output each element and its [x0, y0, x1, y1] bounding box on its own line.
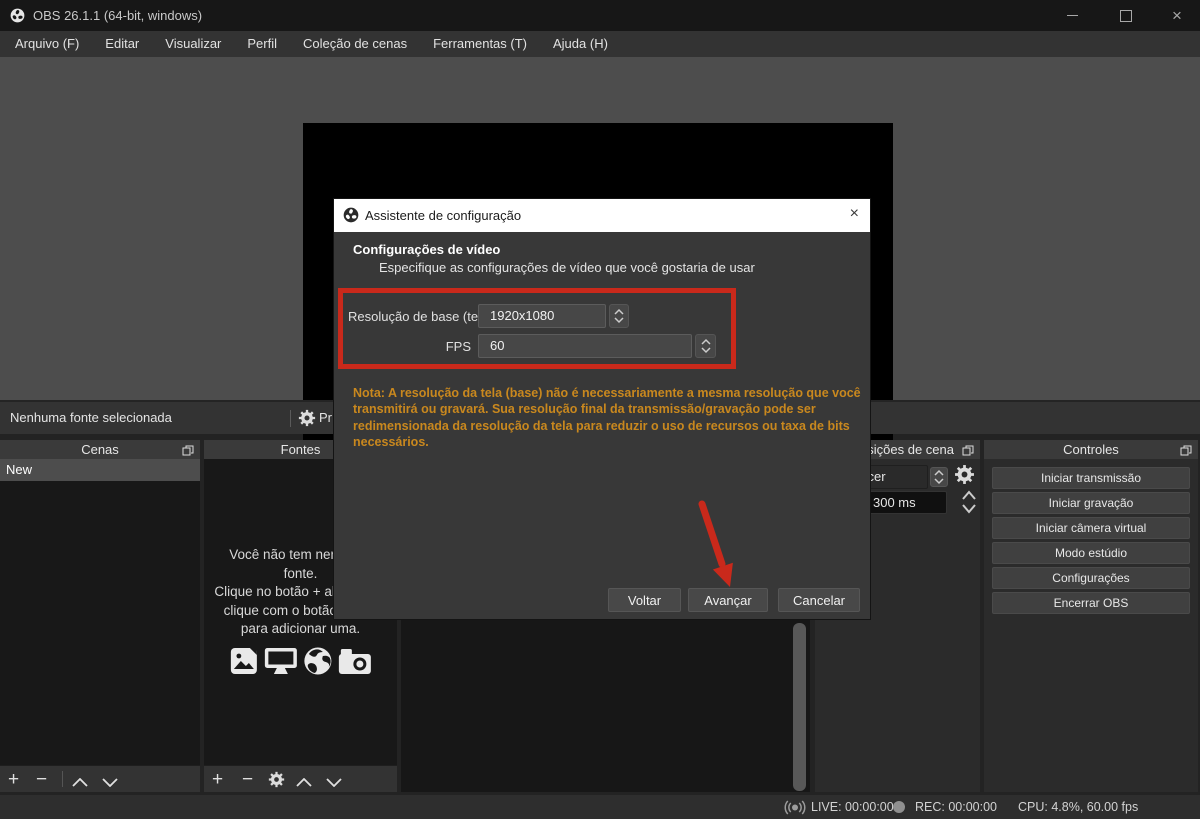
remove-scene-icon[interactable]: −: [36, 769, 47, 791]
scenes-panel-title: Cenas: [81, 442, 119, 457]
menu-perfil[interactable]: Perfil: [234, 31, 290, 57]
minimize-button[interactable]: [1049, 0, 1095, 31]
dialog-title: Assistente de configuração: [365, 208, 522, 223]
maximize-button[interactable]: [1103, 0, 1149, 31]
menu-ferramentas[interactable]: Ferramentas (T): [420, 31, 540, 57]
live-time: LIVE: 00:00:00: [811, 800, 894, 814]
move-scene-down-icon[interactable]: [102, 774, 118, 792]
menu-colecao-de-cenas[interactable]: Coleção de cenas: [290, 31, 420, 57]
note-line: redimensionada da resolução da tela para…: [353, 418, 850, 433]
menu-ajuda[interactable]: Ajuda (H): [540, 31, 621, 57]
mixer-scrollbar[interactable]: [793, 623, 806, 791]
toolbar-separator: [62, 771, 63, 787]
display-source-icon: [264, 646, 298, 682]
transition-spinner[interactable]: [930, 467, 948, 487]
menu-bar: Arquivo (F) Editar Visualizar Perfil Col…: [0, 31, 1200, 57]
move-source-down-icon[interactable]: [326, 774, 342, 792]
menu-arquivo[interactable]: Arquivo (F): [2, 31, 92, 57]
close-button[interactable]: ×: [1154, 0, 1200, 31]
source-status-text: Nenhuma fonte selecionada: [10, 410, 172, 425]
annotation-arrow: [698, 500, 733, 587]
move-source-up-icon[interactable]: [296, 774, 312, 792]
window-titlebar: OBS 26.1.1 (64-bit, windows) ×: [0, 0, 1200, 31]
sources-toolbar: + −: [204, 765, 397, 792]
status-bar: LIVE: 00:00:00 REC: 00:00:00 CPU: 4.8%, …: [0, 795, 1200, 819]
cpu-stats: CPU: 4.8%, 60.00 fps: [1018, 800, 1139, 814]
image-source-icon: [229, 646, 259, 682]
remove-source-icon[interactable]: −: [242, 769, 253, 791]
scene-list-item[interactable]: New: [0, 459, 200, 481]
empty-state-line: para adicionar uma.: [240, 621, 361, 636]
annotation-highlight-rectangle: [338, 288, 736, 369]
scenes-panel: Cenas New + −: [0, 440, 200, 792]
dialog-titlebar: Assistente de configuração ×: [334, 199, 870, 232]
obs-logo-icon: [343, 207, 359, 226]
exit-obs-button[interactable]: Encerrar OBS: [992, 592, 1190, 614]
dialog-close-icon[interactable]: ×: [850, 205, 859, 223]
start-recording-button[interactable]: Iniciar gravação: [992, 492, 1190, 514]
properties-label-fragment[interactable]: Pr: [319, 410, 332, 425]
rec-dot-icon: [893, 801, 905, 813]
studio-mode-button[interactable]: Modo estúdio: [992, 542, 1190, 564]
sources-panel-title: Fontes: [280, 442, 321, 457]
properties-gear-icon[interactable]: [298, 409, 316, 430]
scenes-toolbar: + −: [0, 765, 200, 792]
duration-spinner[interactable]: [961, 490, 977, 520]
transition-gear-icon[interactable]: [954, 464, 975, 490]
dialog-subheading: Especifique as configurações de vídeo qu…: [379, 260, 755, 275]
controls-panel: Controles Iniciar transmissão Iniciar gr…: [984, 440, 1198, 792]
broadcast-icon: [784, 800, 806, 818]
controls-panel-header: Controles: [984, 440, 1198, 459]
obs-logo-icon: [10, 8, 25, 26]
browser-source-icon: [303, 646, 333, 682]
menu-editar[interactable]: Editar: [92, 31, 152, 57]
settings-button[interactable]: Configurações: [992, 567, 1190, 589]
scenes-panel-header: Cenas: [0, 440, 200, 459]
scenes-list: New: [0, 459, 200, 765]
popout-icon[interactable]: [182, 444, 194, 459]
popout-icon[interactable]: [1180, 444, 1192, 459]
rec-time: REC: 00:00:00: [915, 800, 997, 814]
start-streaming-button[interactable]: Iniciar transmissão: [992, 467, 1190, 489]
add-scene-icon[interactable]: +: [8, 769, 19, 791]
source-properties-gear-icon[interactable]: [268, 771, 285, 793]
note-line: necessários.: [353, 434, 429, 449]
config-wizard-dialog: Assistente de configuração × Configuraçõ…: [333, 198, 871, 620]
menu-visualizar[interactable]: Visualizar: [152, 31, 234, 57]
popout-icon[interactable]: [962, 444, 974, 459]
move-scene-up-icon[interactable]: [72, 774, 88, 792]
video-note-text: Nota: A resolução da tela (base) não é n…: [353, 385, 861, 450]
window-title: OBS 26.1.1 (64-bit, windows): [33, 8, 203, 23]
camera-source-icon: [338, 648, 372, 682]
note-line: Nota: A resolução da tela (base) não é n…: [353, 386, 861, 400]
transition-duration-field[interactable]: 300 ms: [866, 491, 947, 514]
note-line: transmitirá ou gravará. Sua resolução fi…: [353, 402, 816, 417]
add-source-icon[interactable]: +: [212, 769, 223, 791]
cancel-button[interactable]: Cancelar: [778, 588, 860, 612]
dialog-heading: Configurações de vídeo: [353, 242, 501, 257]
toolbar-separator: [290, 410, 291, 427]
start-virtual-camera-button[interactable]: Iniciar câmera virtual: [992, 517, 1190, 539]
controls-panel-title: Controles: [1063, 442, 1119, 457]
